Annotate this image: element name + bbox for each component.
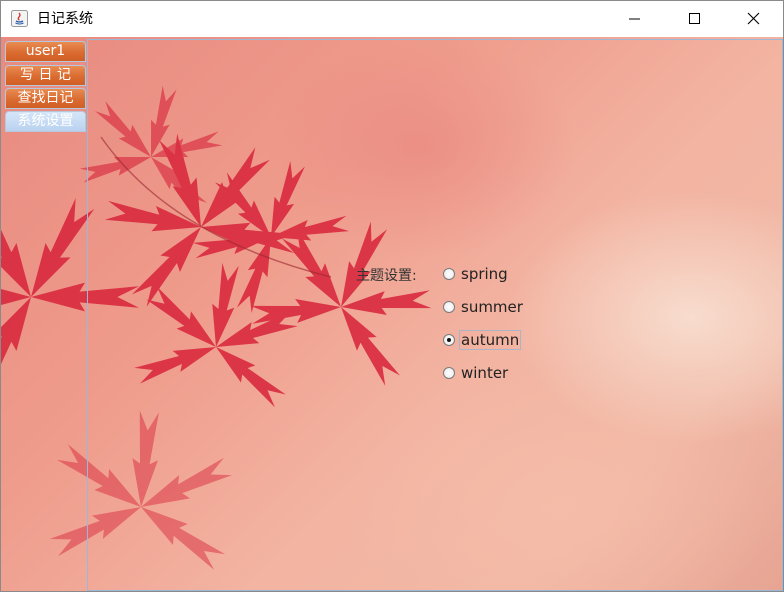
radio-winter[interactable]: winter [443, 363, 509, 383]
radio-autumn[interactable]: autumn [443, 330, 522, 350]
title-bar[interactable]: 日记系统 [1, 1, 783, 37]
radio-button-checked[interactable] [443, 334, 455, 346]
settings-panel [87, 39, 783, 591]
radio-label: summer [461, 298, 523, 316]
app-window: 日记系统 user1 写 日 记 查找日记 系统设置 主题设置: spring … [0, 0, 784, 592]
close-button[interactable] [725, 1, 783, 37]
radio-label: autumn [458, 330, 522, 350]
radio-spring[interactable]: spring [443, 264, 509, 284]
tab-find-diary[interactable]: 查找日记 [5, 88, 86, 109]
tab-user[interactable]: user1 [5, 41, 86, 62]
window-title: 日记系统 [37, 11, 93, 27]
radio-label: spring [461, 265, 508, 283]
theme-settings-label: 主题设置: [356, 268, 417, 284]
close-icon [747, 12, 760, 25]
radio-label: winter [461, 364, 509, 382]
tab-system-settings[interactable]: 系统设置 [5, 111, 86, 132]
radio-button[interactable] [443, 367, 455, 379]
maximize-icon [689, 13, 700, 24]
java-app-icon [11, 10, 28, 27]
maximize-button[interactable] [666, 1, 724, 37]
radio-summer[interactable]: summer [443, 297, 524, 317]
minimize-icon [629, 18, 640, 20]
radio-button[interactable] [443, 301, 455, 313]
content-area: user1 写 日 记 查找日记 系统设置 主题设置: spring summe… [1, 37, 783, 591]
radio-button[interactable] [443, 268, 455, 280]
minimize-button[interactable] [606, 1, 664, 37]
tab-write-diary[interactable]: 写 日 记 [5, 65, 86, 86]
